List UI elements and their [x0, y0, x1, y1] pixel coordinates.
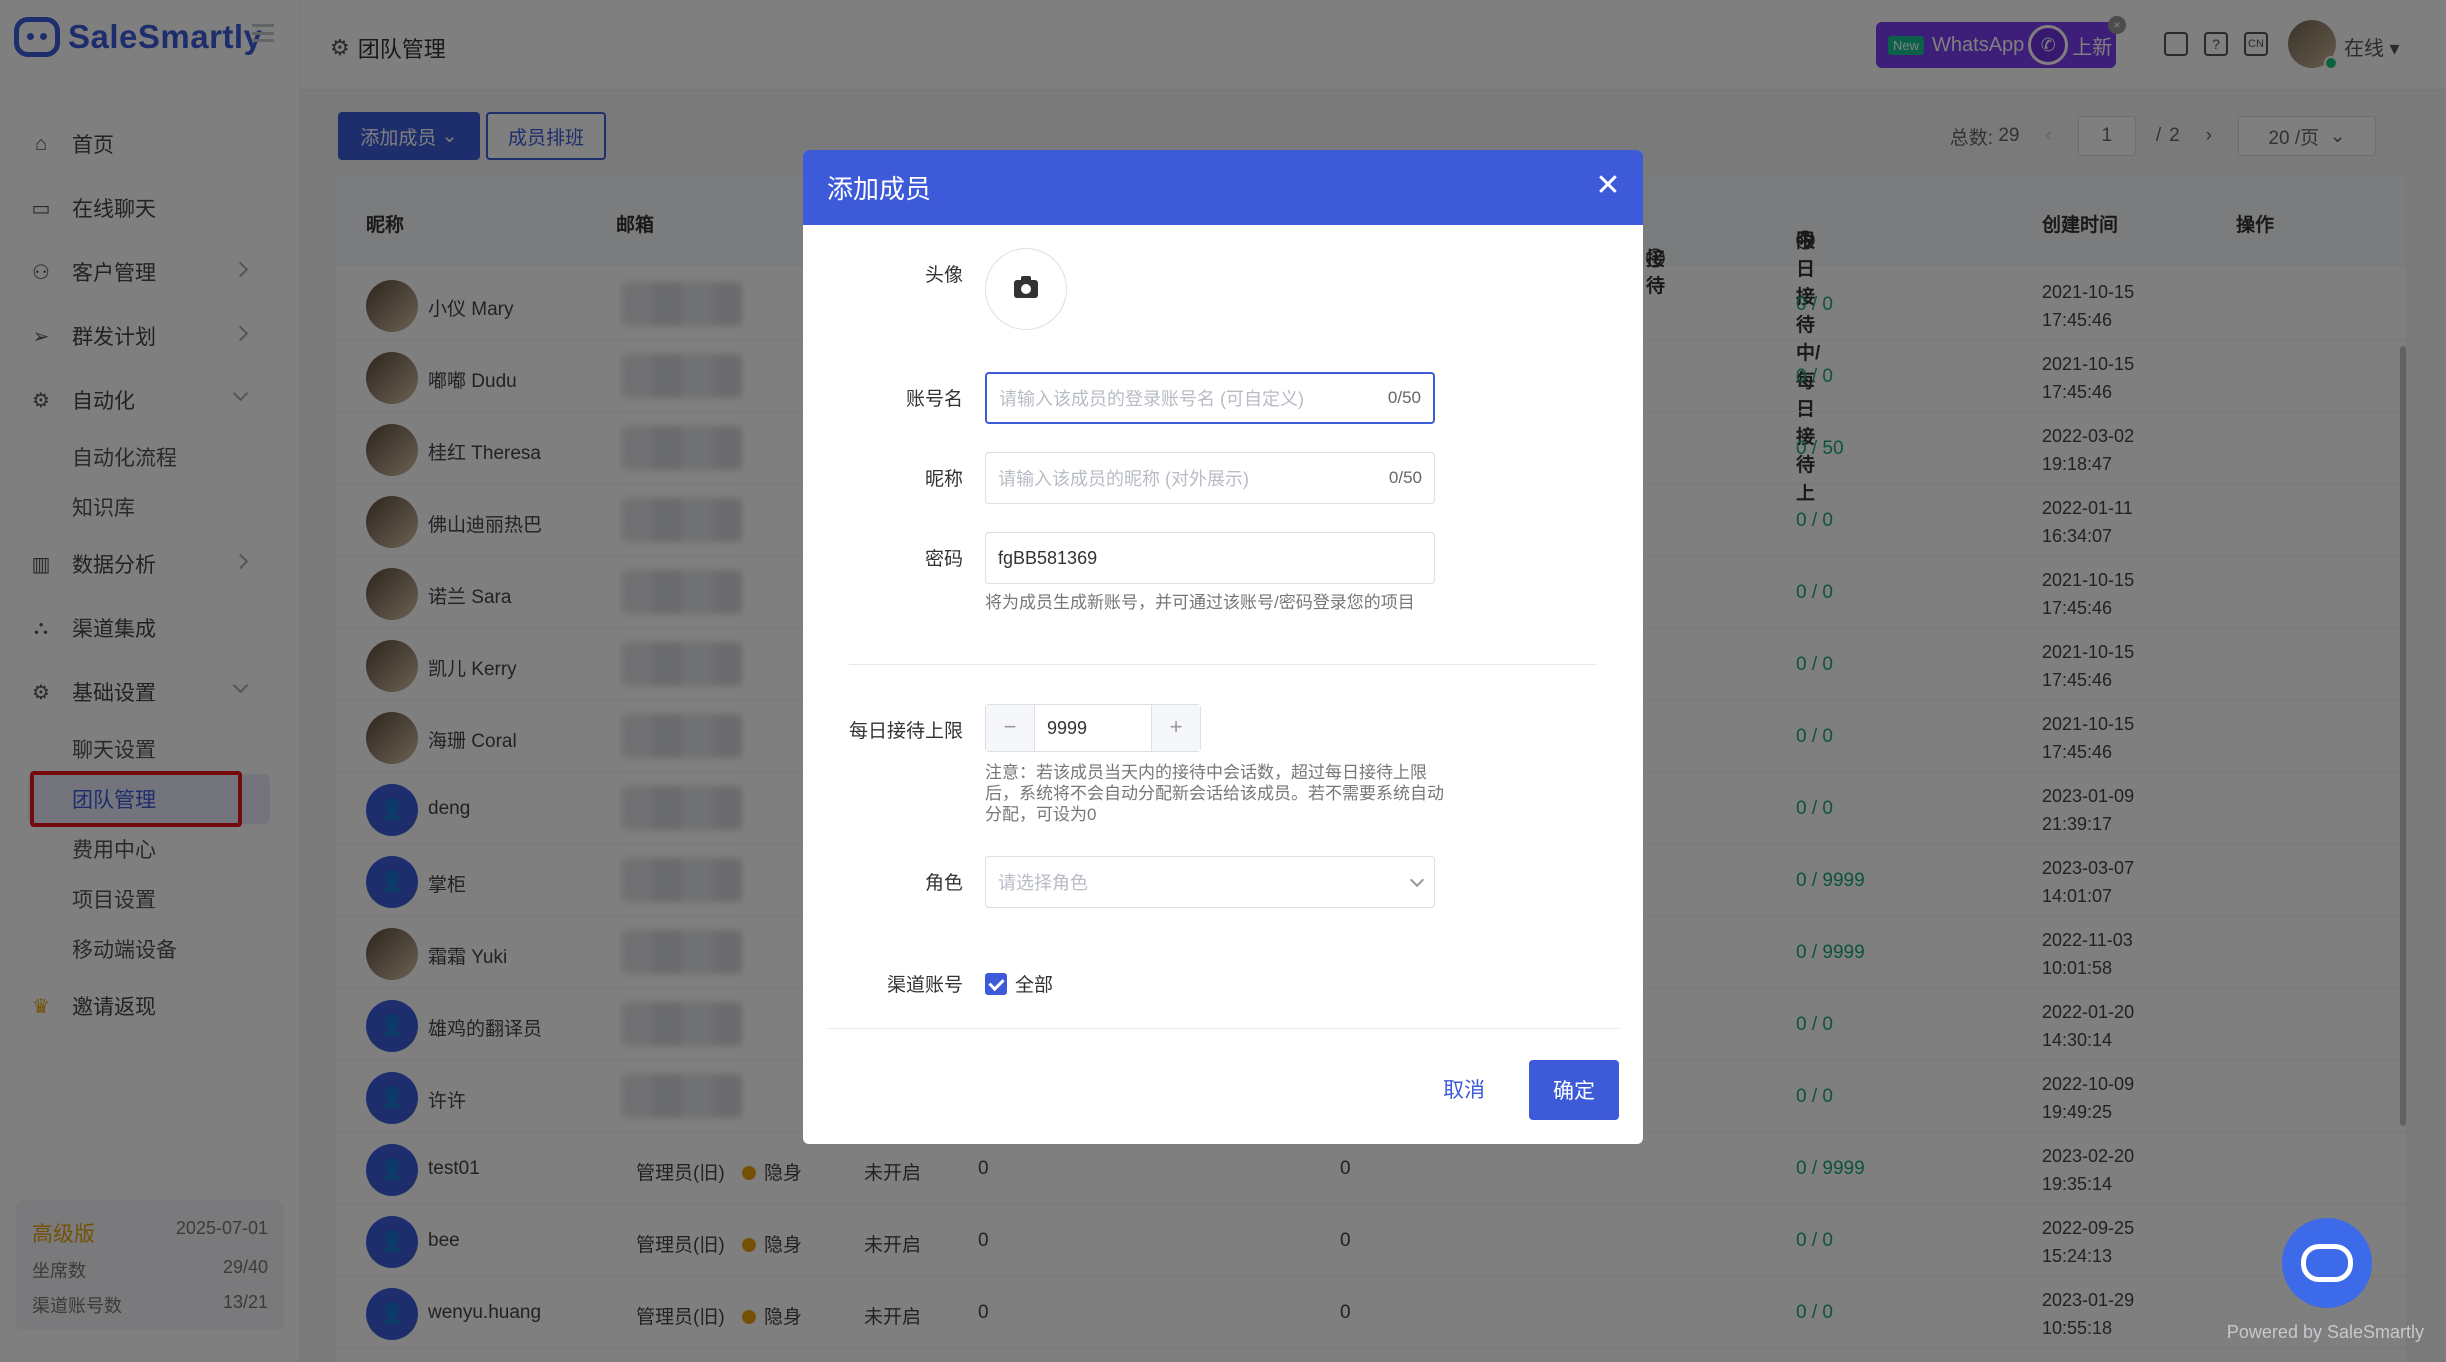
nickname-label: 昵称 — [924, 469, 963, 490]
password-input[interactable]: fgBB581369 — [985, 532, 1435, 584]
nickname-char-count: 0/50 — [1388, 468, 1422, 487]
nickname-placeholder: 请输入该成员的昵称 (对外展示) — [998, 469, 1249, 489]
camera-icon — [1014, 276, 1038, 298]
decrement-button[interactable]: − — [986, 705, 1034, 751]
close-icon[interactable]: ✕ — [1593, 171, 1623, 202]
add-member-dialog: 添加成员 ✕ 头像 账号名 请输入该成员的登录账号名 (可自定义) 0/50 昵… — [803, 150, 1643, 1144]
footer-divider — [827, 1028, 1619, 1029]
dialog-title: 添加成员 — [827, 174, 932, 204]
chat-bubble-icon — [2301, 1244, 2353, 1282]
chat-widget-button[interactable] — [2282, 1218, 2372, 1308]
divider — [849, 664, 1597, 665]
daily-limit-label: 每日接待上限 — [848, 721, 963, 742]
chevron-down-icon — [1409, 872, 1425, 888]
confirm-button[interactable]: 确定 — [1529, 1060, 1619, 1120]
account-label: 账号名 — [905, 389, 963, 410]
avatar-label: 头像 — [924, 265, 963, 286]
hint-line: 后，系统将不会自动分配新会话给该成员。若不需要系统自动 — [985, 784, 1444, 803]
hint-line: 注意：若该成员当天内的接待中会话数，超过每日接待上限 — [985, 763, 1427, 782]
channel-all-label: 全部 — [1015, 975, 1054, 996]
increment-button[interactable]: + — [1152, 705, 1200, 751]
cancel-button[interactable]: 取消 — [1443, 1074, 1485, 1104]
nickname-input[interactable]: 请输入该成员的昵称 (对外展示) 0/50 — [985, 452, 1435, 504]
daily-limit-input[interactable]: 9999 — [1034, 705, 1152, 751]
password-hint: 将为成员生成新账号，并可通过该账号/密码登录您的项目 — [985, 593, 1415, 612]
checkbox-checked-icon — [985, 972, 1007, 995]
password-label: 密码 — [924, 549, 963, 570]
role-placeholder: 请选择角色 — [998, 873, 1088, 893]
role-select[interactable]: 请选择角色 — [985, 856, 1435, 908]
account-placeholder: 请输入该成员的登录账号名 (可自定义) — [999, 389, 1304, 409]
channel-all-checkbox[interactable]: 全部 — [985, 970, 1053, 997]
daily-limit-stepper: − 9999 + — [985, 704, 1201, 752]
powered-by: Powered by SaleSmartly — [2226, 1322, 2424, 1342]
daily-limit-hint: 注意：若该成员当天内的接待中会话数，超过每日接待上限 后，系统将不会自动分配新会… — [985, 762, 1444, 825]
account-input[interactable]: 请输入该成员的登录账号名 (可自定义) 0/50 — [985, 372, 1435, 424]
channel-label: 渠道账号 — [886, 975, 963, 996]
hint-line: 分配，可设为0 — [985, 805, 1097, 824]
password-value: fgBB581369 — [998, 547, 1098, 568]
avatar-upload[interactable] — [985, 248, 1067, 330]
role-label: 角色 — [924, 873, 963, 894]
dialog-header: 添加成员 — [803, 150, 1643, 225]
account-char-count: 0/50 — [1387, 388, 1421, 407]
